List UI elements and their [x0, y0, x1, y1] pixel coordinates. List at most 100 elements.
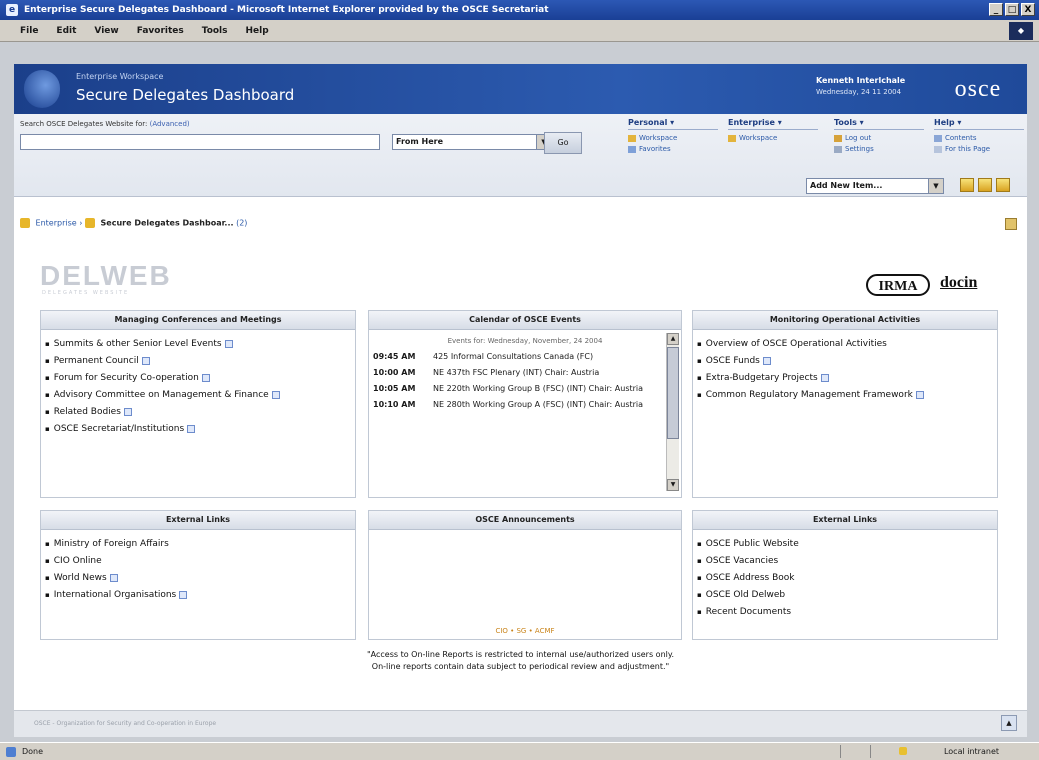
list-item[interactable]: OSCE Old Delweb: [697, 587, 993, 604]
search-input[interactable]: [20, 134, 380, 150]
menu-tools[interactable]: Tools: [202, 26, 228, 36]
workspace-icon: [628, 134, 636, 142]
edit-page-icon[interactable]: [978, 178, 992, 192]
menu-view[interactable]: View: [94, 26, 118, 36]
menu-file[interactable]: File: [20, 26, 38, 36]
maximize-button[interactable]: □: [1005, 3, 1019, 16]
calendar-event[interactable]: 10:05 AM NE 220th Working Group B (FSC) (…: [373, 384, 663, 393]
list-item[interactable]: World News: [45, 570, 351, 587]
nav-personal-heading[interactable]: Personal ▾: [628, 118, 718, 130]
list-item[interactable]: Summits & other Senior Level Events: [45, 336, 351, 353]
portal-toolbar: Search OSCE Delegates Website for: (Adva…: [14, 114, 1027, 197]
close-button[interactable]: X: [1021, 3, 1035, 16]
expand-icon[interactable]: [187, 424, 196, 433]
link-label: Extra-Budgetary Projects: [705, 373, 818, 383]
menubar: File Edit View Favorites Tools Help ◆: [0, 20, 1039, 42]
list-item[interactable]: CIO Online: [45, 553, 351, 570]
disclaimer-line-2: On-line reports contain data subject to …: [371, 662, 670, 671]
add-new-item-select[interactable]: Add New Item... ▼: [806, 178, 944, 194]
calendar-event[interactable]: 10:10 AM NE 280th Working Group A (FSC) (…: [373, 400, 663, 409]
page-properties-icon[interactable]: [996, 178, 1010, 192]
calendar-event[interactable]: 10:00 AM NE 437th FSC Plenary (INT) Chair…: [373, 368, 663, 377]
expand-icon[interactable]: [123, 407, 132, 416]
advanced-search-link[interactable]: (Advanced): [150, 120, 190, 128]
list-item[interactable]: OSCE Vacancies: [697, 553, 993, 570]
menu-favorites[interactable]: Favorites: [137, 26, 184, 36]
calendar-scrollbar[interactable]: ▲ ▼: [666, 333, 679, 491]
list-item[interactable]: Overview of OSCE Operational Activities: [697, 336, 993, 353]
scroll-up-icon[interactable]: ▲: [667, 333, 679, 345]
list-item[interactable]: Forum for Security Co-operation: [45, 370, 351, 387]
scroll-thumb[interactable]: [667, 347, 679, 439]
delegates-logo-icon: [24, 70, 60, 108]
back-to-top-icon[interactable]: ▲: [1001, 715, 1017, 731]
expand-icon[interactable]: [915, 390, 924, 399]
expand-icon[interactable]: [271, 390, 280, 399]
chevron-down-icon[interactable]: ▼: [928, 179, 943, 193]
list-item[interactable]: OSCE Public Website: [697, 536, 993, 553]
nav-tools-logout[interactable]: Log out: [834, 133, 924, 144]
panel-header: OSCE Announcements: [369, 511, 681, 530]
event-description: NE 280th Working Group A (FSC) (INT) Cha…: [433, 400, 644, 409]
nav-help-heading[interactable]: Help ▾: [934, 118, 1024, 130]
search-label-text: Search OSCE Delegates Website for:: [20, 120, 148, 128]
menu-help[interactable]: Help: [246, 26, 269, 36]
search-scope-select[interactable]: From Here ▼: [392, 134, 552, 150]
nav-tools-heading[interactable]: Tools ▾: [834, 118, 924, 130]
panel-header: External Links: [693, 511, 997, 530]
panel-header: External Links: [41, 511, 355, 530]
calendar-event[interactable]: 09:45 AM 425 Informal Consultations Canad…: [373, 352, 663, 361]
nav-tools: Tools ▾ Log out Settings: [834, 118, 924, 155]
menu-edit[interactable]: Edit: [56, 26, 76, 36]
list-item[interactable]: OSCE Address Book: [697, 570, 993, 587]
status-divider: [870, 745, 871, 758]
panel-header: Managing Conferences and Meetings: [41, 311, 355, 330]
list-item[interactable]: OSCE Secretariat/Institutions: [45, 421, 351, 438]
search-go-button[interactable]: Go: [544, 132, 582, 154]
access-disclaimer: "Access to On-line Reports is restricted…: [14, 649, 1027, 673]
list-item[interactable]: OSCE Funds: [697, 353, 993, 370]
minimize-button[interactable]: _: [989, 3, 1003, 16]
disclaimer-line-1: "Access to On-line Reports is restricted…: [367, 650, 674, 659]
scroll-down-icon[interactable]: ▼: [667, 479, 679, 491]
nav-enterprise-heading[interactable]: Enterprise ▾: [728, 118, 818, 130]
breadcrumb-root[interactable]: Enterprise: [36, 219, 77, 228]
nav-tools-settings[interactable]: Settings: [834, 144, 924, 155]
nav-personal-favorites[interactable]: Favorites: [628, 144, 718, 155]
list-item[interactable]: Related Bodies: [45, 404, 351, 421]
expand-icon[interactable]: [141, 356, 150, 365]
expand-icon[interactable]: [179, 590, 188, 599]
link-label: Related Bodies: [53, 407, 121, 417]
list-item[interactable]: Extra-Budgetary Projects: [697, 370, 993, 387]
list-item[interactable]: Common Regulatory Management Framework: [697, 387, 993, 404]
pin-icon[interactable]: [1005, 218, 1017, 230]
nav-help-page[interactable]: For this Page: [934, 144, 1024, 155]
nav-link-label: Contents: [945, 134, 977, 142]
expand-icon[interactable]: [201, 373, 210, 382]
breadcrumb-count[interactable]: (2): [236, 219, 247, 228]
link-label: Ministry of Foreign Affairs: [53, 539, 169, 549]
list-item[interactable]: Permanent Council: [45, 353, 351, 370]
panel-operational: Monitoring Operational Activities Overvi…: [692, 310, 998, 498]
dashboard-icon: [85, 218, 95, 228]
search-label: Search OSCE Delegates Website for: (Adva…: [20, 120, 190, 128]
external-links-left: Ministry of Foreign Affairs CIO Online W…: [41, 536, 355, 604]
new-page-icon[interactable]: [960, 178, 974, 192]
expand-icon[interactable]: [820, 373, 829, 382]
expand-icon[interactable]: [762, 356, 771, 365]
docin-logo[interactable]: docin: [940, 274, 977, 292]
nav-enterprise-workspace[interactable]: Workspace: [728, 133, 818, 144]
list-item[interactable]: Recent Documents: [697, 604, 993, 621]
list-item[interactable]: Advisory Committee on Management & Finan…: [45, 387, 351, 404]
expand-icon[interactable]: [224, 339, 233, 348]
expand-icon[interactable]: [109, 573, 118, 582]
nav-help-contents[interactable]: Contents: [934, 133, 1024, 144]
irma-logo[interactable]: IRMA: [866, 274, 930, 296]
panel-announcements: OSCE Announcements CIO • SG • ACMF: [368, 510, 682, 640]
announcement-filters[interactable]: CIO • SG • ACMF: [369, 627, 681, 635]
panel-conferences: Managing Conferences and Meetings Summit…: [40, 310, 356, 498]
list-item[interactable]: Ministry of Foreign Affairs: [45, 536, 351, 553]
nav-personal-workspace[interactable]: Workspace: [628, 133, 718, 144]
list-item[interactable]: International Organisations: [45, 587, 351, 604]
calendar-date-caption: Events for: Wednesday, November, 24 2004: [447, 337, 603, 345]
